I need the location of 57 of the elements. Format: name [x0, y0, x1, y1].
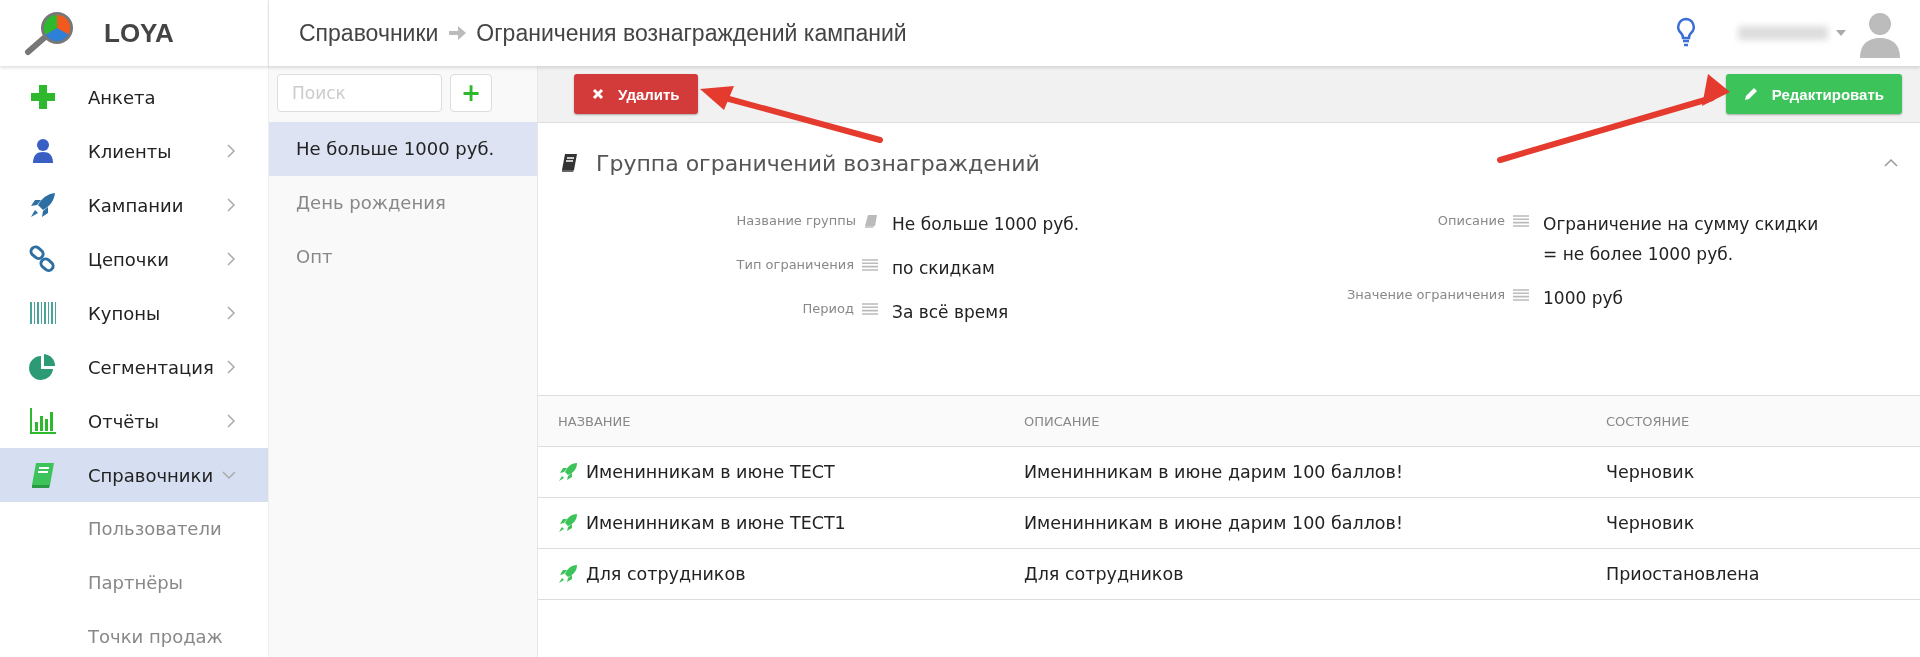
close-icon [592, 88, 604, 100]
table-cell: Именинникам в июне ТЕСТ1 [586, 513, 846, 533]
sidebar-item[interactable]: Купоны [0, 286, 268, 340]
caret-icon [1836, 30, 1846, 36]
field-label: Описание [1437, 213, 1505, 228]
bar-chart-icon [28, 406, 58, 436]
rocket-icon [28, 190, 58, 220]
book-icon [560, 153, 578, 173]
field-value: За всё время [892, 301, 1010, 324]
table-cell-text: Черновик [1606, 513, 1696, 533]
field-value: 1000 руб [1543, 287, 1624, 310]
sidebar-subitem[interactable]: Партнёры [0, 556, 268, 610]
field-label: Значение ограничения [1347, 287, 1505, 302]
field-value: по скидкам [892, 257, 996, 280]
chevron-up-icon[interactable] [1884, 158, 1898, 168]
section-title: Группа ограничений вознаграждений [596, 150, 1041, 176]
lines-icon [862, 258, 878, 271]
lines-icon [1513, 214, 1529, 227]
sidebar-item[interactable]: Клиенты [0, 124, 268, 178]
breadcrumb-link[interactable]: Справочники [299, 19, 439, 47]
sidebar-item[interactable]: Анкета [0, 70, 268, 124]
lines-icon [862, 302, 878, 315]
rocket-icon [558, 462, 578, 482]
field-value: Не больше 1000 руб. [892, 213, 1081, 236]
column-header: СОСТОЯНИЕ [1606, 413, 1691, 429]
table-cell-text: Для сотрудников [1024, 564, 1185, 584]
field-label: Название группы [736, 213, 856, 228]
rocket-icon [558, 564, 578, 584]
pie-chart-icon [28, 352, 58, 382]
sidebar-item[interactable]: Справочники [0, 448, 268, 502]
table-cell-text: Приостановлена [1606, 564, 1761, 584]
delete-button[interactable]: Удалить [574, 74, 698, 114]
sidebar-subitem[interactable]: Пользователи [0, 502, 268, 556]
sidebar-subitem[interactable]: Точки продаж [0, 610, 268, 657]
brand-name: LOYA [104, 17, 174, 49]
lines-icon [1513, 288, 1529, 301]
book-icon [864, 213, 878, 228]
page-title: Ограничения вознаграждений кампаний [476, 19, 907, 47]
pencil-icon [1743, 87, 1758, 101]
sidebar-item[interactable]: Цепочки [0, 232, 268, 286]
field-value: Ограничение на сумму скидки = не более 1000 руб. [1543, 213, 1820, 266]
field-label: Период [802, 301, 854, 316]
column-header: ОПИСАНИЕ [1024, 413, 1101, 429]
table-cell-text: Черновик [1606, 462, 1696, 482]
table-cell: Для сотрудников [586, 564, 746, 584]
table-cell-text: Именинникам в июне дарим 100 баллов! [1024, 462, 1404, 482]
table-cell-text: Именинникам в июне дарим 100 баллов! [1024, 513, 1404, 533]
table-cell: Именинникам в июне ТЕСТ [586, 462, 835, 482]
sidebar-item[interactable]: Сегментация [0, 340, 268, 394]
sidebar-item[interactable]: Кампании [0, 178, 268, 232]
column-header: НАЗВАНИЕ [558, 413, 632, 429]
chain-icon [28, 244, 58, 274]
list-item[interactable]: Не больше 1000 руб. [269, 122, 537, 176]
plus-icon [28, 82, 58, 112]
rocket-icon [558, 513, 578, 533]
field-label: Тип ограничения [736, 257, 854, 272]
sidebar-item[interactable]: Отчёты [0, 394, 268, 448]
